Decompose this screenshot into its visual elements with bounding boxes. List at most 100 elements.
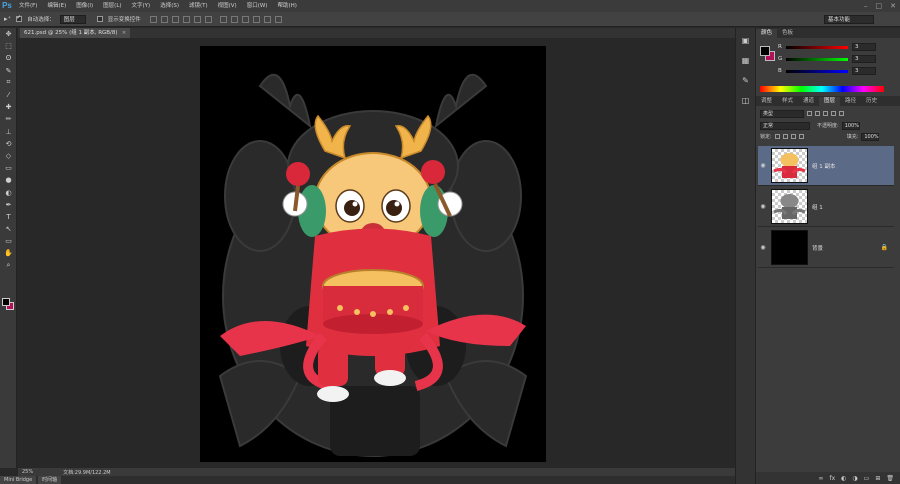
layers-dock-tab-5[interactable]: 历史 — [861, 97, 882, 106]
visibility-eye-icon[interactable]: ◉ — [758, 203, 768, 210]
lock-pixels-icon[interactable] — [782, 134, 788, 139]
foreground-color-swatch[interactable] — [2, 298, 10, 306]
visibility-eye-icon[interactable]: ◉ — [758, 162, 768, 169]
layer-row[interactable]: ◉ 组 1 — [758, 187, 894, 227]
menu-item-6[interactable]: 滤镜(T) — [184, 0, 213, 12]
align-bottom-icon[interactable] — [171, 15, 179, 23]
layer-style-icon[interactable]: fx — [830, 475, 836, 482]
layers-dock-tab-3[interactable]: 图层 — [819, 97, 841, 106]
delete-layer-icon[interactable]: 🗑 — [886, 475, 894, 482]
filter-type-icon[interactable] — [823, 111, 828, 116]
move-tool-preset-icon[interactable]: ▸⁺ — [4, 15, 11, 23]
color-value-input[interactable]: 3 — [852, 43, 876, 51]
brush-tool-icon[interactable]: ✏ — [0, 113, 17, 125]
align-top-icon[interactable] — [149, 15, 157, 23]
gradient-tool-icon[interactable]: ▭ — [0, 162, 17, 174]
quick-select-tool-icon[interactable]: ✎ — [0, 65, 17, 77]
color-value-input[interactable]: 3 — [852, 67, 876, 75]
close-button[interactable]: ✕ — [890, 2, 896, 10]
new-group-icon[interactable]: ▭ — [864, 475, 870, 482]
document-canvas[interactable] — [200, 46, 546, 462]
color-panel-icon[interactable]: ▣ — [739, 34, 753, 48]
filter-shape-icon[interactable] — [831, 111, 836, 116]
align-hcenter-icon[interactable] — [193, 15, 201, 23]
history-brush-tool-icon[interactable]: ⟲ — [0, 138, 17, 150]
zoom-tool-icon[interactable]: ⌕ — [0, 260, 17, 272]
distribute-right-icon[interactable] — [274, 15, 282, 23]
distribute-hcenter-icon[interactable] — [263, 15, 271, 23]
layers-dock-tab-2[interactable]: 通道 — [798, 97, 819, 106]
menu-item-1[interactable]: 编辑(E) — [42, 0, 71, 12]
lock-transparent-icon[interactable] — [774, 134, 780, 139]
close-document-icon[interactable]: × — [122, 30, 127, 36]
layers-dock-tab-0[interactable]: 调整 — [756, 97, 777, 106]
pen-tool-icon[interactable]: ✒ — [0, 199, 17, 211]
hand-tool-icon[interactable]: ✋ — [0, 247, 17, 259]
layers-dock-tab-1[interactable]: 样式 — [777, 97, 798, 106]
menu-item-3[interactable]: 图层(L) — [98, 0, 126, 12]
panel-foreground-swatch[interactable] — [760, 46, 770, 56]
layer-row[interactable]: ◉ 组 1 副本 — [758, 146, 894, 186]
type-tool-icon[interactable]: T — [0, 211, 17, 223]
lock-position-icon[interactable] — [790, 134, 796, 139]
adjustments-icon[interactable]: ✎ — [739, 74, 753, 88]
healing-tool-icon[interactable]: ✚ — [0, 101, 17, 113]
eraser-tool-icon[interactable]: ◇ — [0, 150, 17, 162]
document-tab[interactable]: 621.psd @ 25% (组 1 副本, RGB/8) × — [20, 28, 131, 38]
filter-adjust-icon[interactable] — [815, 111, 820, 116]
marquee-tool-icon[interactable]: ⬚ — [0, 40, 17, 52]
color-spectrum-bar[interactable] — [760, 86, 884, 92]
tab-swatches[interactable]: 色板 — [777, 29, 798, 38]
filter-pixel-icon[interactable] — [807, 111, 812, 116]
menu-item-4[interactable]: 文字(Y) — [127, 0, 156, 12]
layer-mask-icon[interactable]: ◐ — [841, 475, 846, 482]
color-slider[interactable] — [786, 69, 848, 73]
shape-tool-icon[interactable]: ▭ — [0, 235, 17, 247]
opacity-input[interactable]: 100% — [841, 121, 860, 130]
workspace-dropdown[interactable]: 基本功能 — [824, 15, 874, 24]
lasso-tool-icon[interactable]: ʘ — [0, 52, 17, 64]
minimize-button[interactable]: – — [864, 2, 868, 10]
distribute-left-icon[interactable] — [252, 15, 260, 23]
layers-icon[interactable]: ◫ — [739, 94, 753, 108]
auto-select-target-dropdown[interactable]: 图层 — [59, 14, 86, 24]
color-slider[interactable] — [786, 45, 848, 49]
maximize-button[interactable]: □ — [876, 2, 883, 10]
zoom-level[interactable]: 25% — [22, 469, 33, 475]
menu-item-2[interactable]: 图像(I) — [71, 0, 98, 12]
menu-item-5[interactable]: 选择(S) — [155, 0, 184, 12]
menu-item-9[interactable]: 帮助(H) — [272, 0, 301, 12]
new-layer-icon[interactable]: ⊞ — [875, 475, 880, 482]
crop-tool-icon[interactable]: ⌗ — [0, 77, 17, 89]
menu-item-7[interactable]: 视图(V) — [213, 0, 242, 12]
distribute-vcenter-icon[interactable] — [230, 15, 238, 23]
color-value-input[interactable]: 3 — [852, 55, 876, 63]
canvas-area[interactable] — [18, 38, 735, 468]
tab-timeline[interactable]: 时间轴 — [38, 476, 62, 484]
blend-mode-dropdown[interactable]: 正常 — [760, 121, 810, 130]
dodge-tool-icon[interactable]: ◐ — [0, 186, 17, 198]
show-transform-checkbox[interactable] — [96, 16, 103, 22]
align-vcenter-icon[interactable] — [160, 15, 168, 23]
distribute-top-icon[interactable] — [219, 15, 227, 23]
distribute-bottom-icon[interactable] — [241, 15, 249, 23]
layers-dock-tab-4[interactable]: 路径 — [840, 97, 861, 106]
move-tool-icon[interactable]: ✥ — [0, 28, 17, 40]
visibility-eye-icon[interactable]: ◉ — [758, 244, 768, 251]
blur-tool-icon[interactable]: ● — [0, 174, 17, 186]
fill-input[interactable]: 100% — [861, 132, 880, 141]
clone-stamp-tool-icon[interactable]: ⊥ — [0, 126, 17, 138]
layer-filter-dropdown[interactable]: 类型 — [760, 109, 804, 118]
align-left-icon[interactable] — [182, 15, 190, 23]
adjustment-layer-icon[interactable]: ◑ — [852, 475, 857, 482]
menu-item-8[interactable]: 窗口(W) — [242, 0, 273, 12]
eyedropper-tool-icon[interactable]: ⁄ — [0, 89, 17, 101]
align-right-icon[interactable] — [204, 15, 212, 23]
auto-select-checkbox[interactable] — [16, 14, 23, 22]
tab-mini-bridge[interactable]: Mini Bridge — [0, 476, 37, 484]
link-layers-icon[interactable]: ∞ — [819, 475, 824, 482]
filter-smart-icon[interactable] — [839, 111, 844, 116]
path-select-tool-icon[interactable]: ↖ — [0, 223, 17, 235]
lock-all-icon[interactable] — [798, 134, 804, 139]
layer-row[interactable]: ◉ 背景 🔒 — [758, 228, 894, 268]
